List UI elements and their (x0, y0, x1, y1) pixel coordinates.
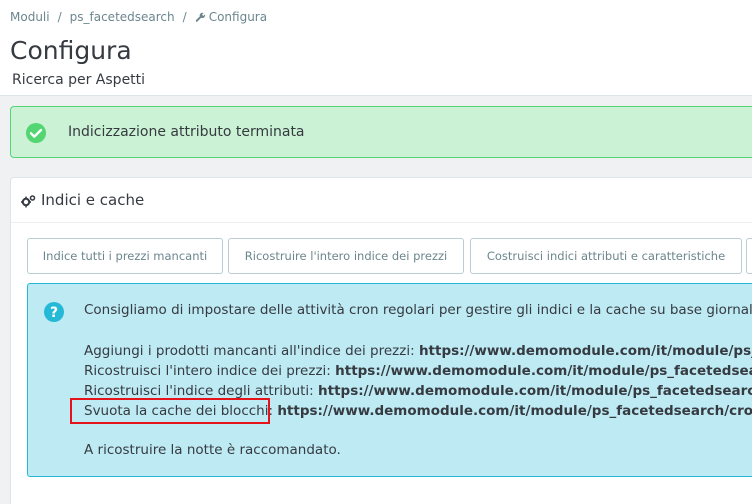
cron-line-price-index: Ricostruisci l'intero indice dei prezzi:… (84, 363, 752, 379)
indexes-cache-panel: Indici e cache Indice tutti i prezzi man… (10, 177, 752, 504)
success-alert: Indicizzazione attributo terminata (10, 106, 752, 158)
breadcrumb-item-module[interactable]: ps_facetedsearch (70, 10, 175, 24)
question-circle-icon: ? (44, 302, 64, 322)
page: Moduli / ps_facetedsearch / Configura Co… (0, 0, 752, 504)
cron-label: Svuota la cache dei blocchi: (84, 403, 278, 419)
index-missing-prices-button[interactable]: Indice tutti i prezzi mancanti (27, 238, 223, 274)
wrench-icon (195, 12, 205, 22)
cron-line-flush-cache: Svuota la cache dei blocchi: https://www… (84, 403, 752, 419)
cron-line-attribute-index: Ricostruisci l'indice degli attributi: h… (84, 383, 752, 399)
build-attribute-index-button[interactable]: Costruisci indici attributi e caratteris… (470, 238, 742, 274)
breadcrumb-separator: / (182, 10, 187, 24)
success-message: Indicizzazione attributo terminata (68, 124, 305, 140)
page-subtitle: Ricerca per Aspetti (12, 72, 146, 88)
cron-label: Aggiungi i prodotti mancanti all'indice … (84, 343, 419, 359)
panel-heading: Indici e cache (11, 178, 752, 223)
rebuild-price-index-button[interactable]: Ricostruire l'intero indice dei prezzi (228, 238, 464, 274)
panel-title: Indici e cache (41, 191, 145, 209)
breadcrumb-separator: / (57, 10, 62, 24)
info-intro: Consigliamo di impostare delle attività … (84, 302, 752, 318)
cron-label: Ricostruisci l'indice degli attributi: (84, 383, 319, 399)
breadcrumb: Moduli / ps_facetedsearch / Configura (10, 10, 267, 24)
check-circle-icon (26, 123, 46, 143)
cogs-icon (21, 195, 36, 208)
breadcrumb-item-moduli[interactable]: Moduli (10, 10, 50, 24)
cron-label: Ricostruisci l'intero indice dei prezzi: (84, 363, 336, 379)
breadcrumb-current: Configura (208, 10, 268, 24)
cron-url[interactable]: https://www.demomodule.com/it/module/ps_… (335, 363, 752, 379)
svg-text:?: ? (50, 305, 58, 321)
cron-line-missing-prices: Aggiungi i prodotti mancanti all'indice … (84, 343, 752, 359)
page-title: Configura (10, 36, 132, 65)
cron-url[interactable]: https://www.demomodule.com/it/module/ps_… (318, 383, 752, 399)
cron-url[interactable]: https://www.demomodule.com/it/module/ps_… (419, 343, 752, 359)
info-alert: ? Consigliamo di impostare delle attivit… (27, 283, 752, 477)
info-footer: A ricostruire la notte è raccomandato. (84, 442, 341, 458)
page-header: Moduli / ps_facetedsearch / Configura Co… (0, 0, 752, 96)
more-button[interactable] (746, 238, 752, 274)
cron-url[interactable]: https://www.demomodule.com/it/module/ps_… (277, 403, 752, 419)
